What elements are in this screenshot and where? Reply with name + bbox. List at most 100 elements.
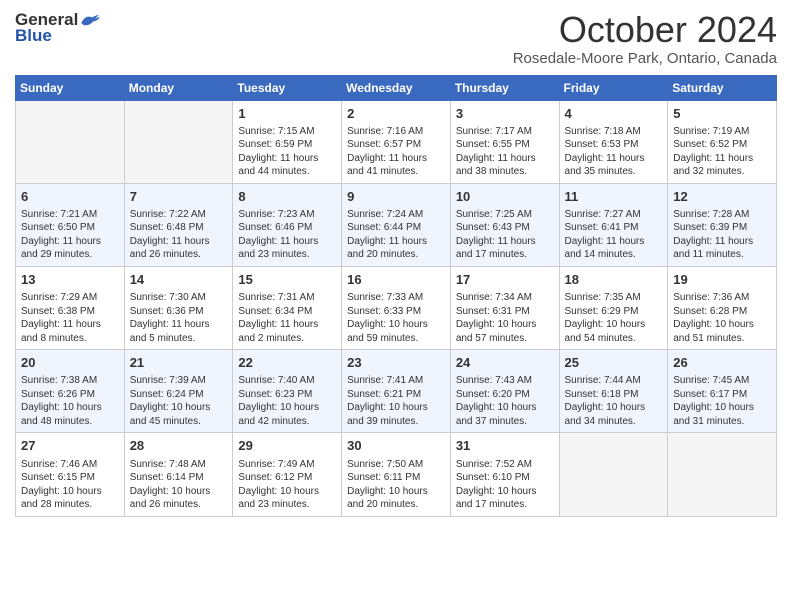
day-number: 31 xyxy=(456,437,554,455)
cell-details: Sunrise: 7:52 AMSunset: 6:10 PMDaylight:… xyxy=(456,458,554,512)
calendar-day-cell: 7 Sunrise: 7:22 AMSunset: 6:48 PMDaylight… xyxy=(124,183,233,266)
calendar-day-cell: 12 Sunrise: 7:28 AMSunset: 6:39 PMDayligh… xyxy=(668,183,777,266)
calendar-day-cell: 20Sunrise: 7:38 AMSunset: 6:26 PMDayligh… xyxy=(16,350,125,433)
logo-blue: Blue xyxy=(15,26,52,46)
day-number: 8 xyxy=(238,188,336,206)
day-number: 23 xyxy=(347,354,445,372)
cell-details: Sunrise: 7:18 AMSunset: 6:53 PMDaylight:… xyxy=(565,125,663,179)
cell-details: Sunrise: 7:19 AMSunset: 6:52 PMDaylight:… xyxy=(673,125,771,179)
cell-details: Sunrise: 7:17 AMSunset: 6:55 PMDaylight:… xyxy=(456,125,554,179)
day-number: 7 xyxy=(130,188,228,206)
calendar-day-header: Thursday xyxy=(450,75,559,100)
page-header: General Blue October 2024 Rosedale-Moore… xyxy=(15,10,777,67)
day-number: 1 xyxy=(238,105,336,123)
calendar-day-cell: 9 Sunrise: 7:24 AMSunset: 6:44 PMDaylight… xyxy=(342,183,451,266)
cell-details: Sunrise: 7:46 AMSunset: 6:15 PMDaylight:… xyxy=(21,458,119,512)
cell-details: Sunrise: 7:24 AMSunset: 6:44 PMDaylight:… xyxy=(347,208,445,262)
day-number: 4 xyxy=(565,105,663,123)
day-number: 24 xyxy=(456,354,554,372)
cell-details: Sunrise: 7:40 AMSunset: 6:23 PMDaylight:… xyxy=(238,374,336,428)
day-number: 6 xyxy=(21,188,119,206)
calendar-day-cell: 8Sunrise: 7:23 AMSunset: 6:46 PMDaylight… xyxy=(233,183,342,266)
cell-details: Sunrise: 7:36 AMSunset: 6:28 PMDaylight:… xyxy=(673,291,771,345)
location: Rosedale-Moore Park, Ontario, Canada xyxy=(513,50,777,67)
calendar-day-cell: 1 Sunrise: 7:15 AMSunset: 6:59 PMDaylight… xyxy=(233,100,342,183)
calendar-day-cell: 28Sunrise: 7:48 AMSunset: 6:14 PMDayligh… xyxy=(124,433,233,516)
cell-details: Sunrise: 7:33 AMSunset: 6:33 PMDaylight:… xyxy=(347,291,445,345)
calendar-day-cell: 18 Sunrise: 7:35 AMSunset: 6:29 PMDayligh… xyxy=(559,266,668,349)
day-number: 18 xyxy=(565,271,663,289)
calendar-day-cell: 30 Sunrise: 7:50 AMSunset: 6:11 PMDayligh… xyxy=(342,433,451,516)
day-number: 9 xyxy=(347,188,445,206)
cell-details: Sunrise: 7:49 AMSunset: 6:12 PMDaylight:… xyxy=(238,458,336,512)
calendar-day-cell: 5Sunrise: 7:19 AMSunset: 6:52 PMDaylight… xyxy=(668,100,777,183)
calendar-day-cell xyxy=(559,433,668,516)
day-number: 26 xyxy=(673,354,771,372)
calendar-day-cell xyxy=(668,433,777,516)
calendar-day-cell: 22 Sunrise: 7:40 AMSunset: 6:23 PMDayligh… xyxy=(233,350,342,433)
day-number: 28 xyxy=(130,437,228,455)
day-number: 2 xyxy=(347,105,445,123)
calendar-day-cell: 23 Sunrise: 7:41 AMSunset: 6:21 PMDayligh… xyxy=(342,350,451,433)
calendar-week-row: 27 Sunrise: 7:46 AMSunset: 6:15 PMDayligh… xyxy=(16,433,777,516)
cell-details: Sunrise: 7:28 AMSunset: 6:39 PMDaylight:… xyxy=(673,208,771,262)
logo: General Blue xyxy=(15,10,100,46)
calendar-day-cell: 2 Sunrise: 7:16 AMSunset: 6:57 PMDaylight… xyxy=(342,100,451,183)
calendar-week-row: 1 Sunrise: 7:15 AMSunset: 6:59 PMDaylight… xyxy=(16,100,777,183)
calendar-week-row: 6 Sunrise: 7:21 AMSunset: 6:50 PMDaylight… xyxy=(16,183,777,266)
calendar-day-cell xyxy=(16,100,125,183)
day-number: 30 xyxy=(347,437,445,455)
day-number: 14 xyxy=(130,271,228,289)
calendar-day-cell: 31 Sunrise: 7:52 AMSunset: 6:10 PMDayligh… xyxy=(450,433,559,516)
title-block: October 2024 Rosedale-Moore Park, Ontari… xyxy=(513,10,777,67)
cell-details: Sunrise: 7:45 AMSunset: 6:17 PMDaylight:… xyxy=(673,374,771,428)
day-number: 25 xyxy=(565,354,663,372)
day-number: 13 xyxy=(21,271,119,289)
calendar-day-cell: 16 Sunrise: 7:33 AMSunset: 6:33 PMDayligh… xyxy=(342,266,451,349)
calendar-day-header: Friday xyxy=(559,75,668,100)
cell-details: Sunrise: 7:31 AMSunset: 6:34 PMDaylight:… xyxy=(238,291,336,345)
day-number: 15 xyxy=(238,271,336,289)
day-number: 29 xyxy=(238,437,336,455)
calendar-day-cell: 3Sunrise: 7:17 AMSunset: 6:55 PMDaylight… xyxy=(450,100,559,183)
calendar-week-row: 13Sunrise: 7:29 AMSunset: 6:38 PMDayligh… xyxy=(16,266,777,349)
cell-details: Sunrise: 7:39 AMSunset: 6:24 PMDaylight:… xyxy=(130,374,228,428)
calendar-day-cell: 14 Sunrise: 7:30 AMSunset: 6:36 PMDayligh… xyxy=(124,266,233,349)
day-number: 22 xyxy=(238,354,336,372)
calendar-day-cell: 17 Sunrise: 7:34 AMSunset: 6:31 PMDayligh… xyxy=(450,266,559,349)
calendar-day-header: Sunday xyxy=(16,75,125,100)
day-number: 17 xyxy=(456,271,554,289)
calendar-day-cell: 4 Sunrise: 7:18 AMSunset: 6:53 PMDaylight… xyxy=(559,100,668,183)
logo-bird-icon xyxy=(80,11,100,29)
cell-details: Sunrise: 7:35 AMSunset: 6:29 PMDaylight:… xyxy=(565,291,663,345)
cell-details: Sunrise: 7:27 AMSunset: 6:41 PMDaylight:… xyxy=(565,208,663,262)
cell-details: Sunrise: 7:50 AMSunset: 6:11 PMDaylight:… xyxy=(347,458,445,512)
cell-details: Sunrise: 7:41 AMSunset: 6:21 PMDaylight:… xyxy=(347,374,445,428)
day-number: 21 xyxy=(130,354,228,372)
calendar-day-cell: 25Sunrise: 7:44 AMSunset: 6:18 PMDayligh… xyxy=(559,350,668,433)
cell-details: Sunrise: 7:21 AMSunset: 6:50 PMDaylight:… xyxy=(21,208,119,262)
cell-details: Sunrise: 7:30 AMSunset: 6:36 PMDaylight:… xyxy=(130,291,228,345)
calendar-day-cell: 29 Sunrise: 7:49 AMSunset: 6:12 PMDayligh… xyxy=(233,433,342,516)
day-number: 20 xyxy=(21,354,119,372)
calendar-day-cell: 15 Sunrise: 7:31 AMSunset: 6:34 PMDayligh… xyxy=(233,266,342,349)
calendar-day-header: Monday xyxy=(124,75,233,100)
cell-details: Sunrise: 7:15 AMSunset: 6:59 PMDaylight:… xyxy=(238,125,336,179)
cell-details: Sunrise: 7:25 AMSunset: 6:43 PMDaylight:… xyxy=(456,208,554,262)
cell-details: Sunrise: 7:34 AMSunset: 6:31 PMDaylight:… xyxy=(456,291,554,345)
calendar-week-row: 20Sunrise: 7:38 AMSunset: 6:26 PMDayligh… xyxy=(16,350,777,433)
calendar-table: SundayMondayTuesdayWednesdayThursdayFrid… xyxy=(15,75,777,517)
day-number: 27 xyxy=(21,437,119,455)
month-title: October 2024 xyxy=(513,10,777,50)
cell-details: Sunrise: 7:22 AMSunset: 6:48 PMDaylight:… xyxy=(130,208,228,262)
cell-details: Sunrise: 7:43 AMSunset: 6:20 PMDaylight:… xyxy=(456,374,554,428)
calendar-day-header: Wednesday xyxy=(342,75,451,100)
calendar-day-cell: 27 Sunrise: 7:46 AMSunset: 6:15 PMDayligh… xyxy=(16,433,125,516)
day-number: 10 xyxy=(456,188,554,206)
calendar-day-cell: 6 Sunrise: 7:21 AMSunset: 6:50 PMDaylight… xyxy=(16,183,125,266)
calendar-day-header: Saturday xyxy=(668,75,777,100)
cell-details: Sunrise: 7:16 AMSunset: 6:57 PMDaylight:… xyxy=(347,125,445,179)
day-number: 12 xyxy=(673,188,771,206)
day-number: 16 xyxy=(347,271,445,289)
calendar-day-header: Tuesday xyxy=(233,75,342,100)
